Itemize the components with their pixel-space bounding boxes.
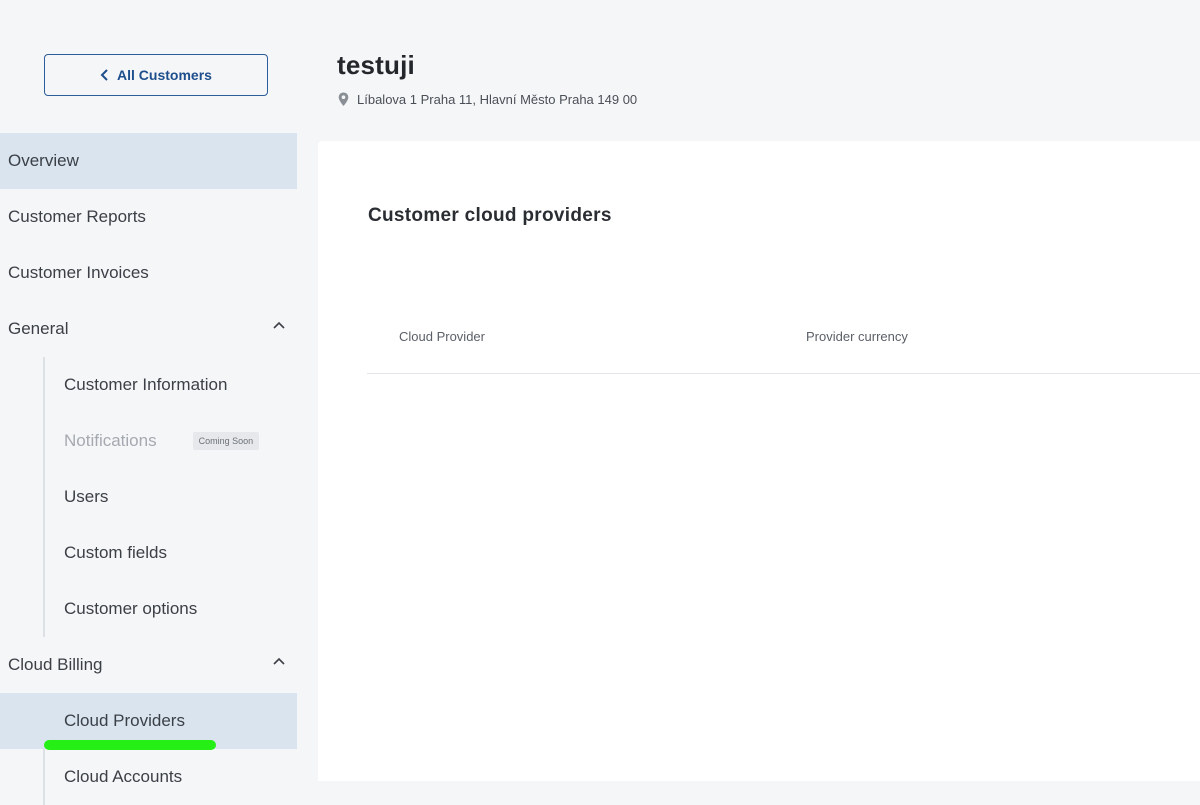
table-header: Cloud Provider Provider currency — [367, 311, 1200, 374]
general-submenu: Customer Information Notifications Comin… — [0, 357, 297, 637]
all-customers-label: All Customers — [117, 67, 212, 83]
page-title: testuji — [337, 50, 415, 80]
sidebar-item-label: Overview — [8, 151, 79, 170]
column-header-provider-currency[interactable]: Provider currency — [806, 329, 908, 344]
sidebar-item-customer-options[interactable]: Customer options — [0, 581, 297, 637]
sidebar-item-cloud-accounts[interactable]: Cloud Accounts — [0, 749, 297, 805]
sidebar-item-label: Cloud Billing — [8, 655, 103, 674]
chevron-up-icon[interactable] — [273, 321, 285, 329]
address-text: Líbalova 1 Praha 11, Hlavní Město Praha … — [357, 92, 638, 107]
sidebar-item-label: Customer Reports — [8, 207, 146, 226]
sidebar-item-overview[interactable]: Overview — [0, 133, 297, 189]
chevron-up-icon[interactable] — [273, 657, 285, 665]
sidebar-item-customer-invoices[interactable]: Customer Invoices — [0, 245, 297, 301]
sidebar-item-users[interactable]: Users — [0, 469, 297, 525]
main-content-card: Customer cloud providers Cloud Provider … — [318, 141, 1200, 781]
chevron-left-icon — [100, 69, 108, 81]
sidebar-nav: Overview Customer Reports Customer Invoi… — [0, 133, 297, 805]
sidebar-item-label: General — [8, 319, 69, 338]
sidebar-group-general[interactable]: General — [0, 301, 297, 357]
highlight-underline — [44, 740, 216, 750]
section-heading: Customer cloud providers — [368, 205, 612, 226]
sidebar-item-notifications: Notifications Coming Soon — [0, 413, 297, 469]
sidebar-item-customer-reports[interactable]: Customer Reports — [0, 189, 297, 245]
sidebar-item-customer-information[interactable]: Customer Information — [0, 357, 297, 413]
coming-soon-badge: Coming Soon — [192, 432, 260, 450]
sidebar-item-label: Customer Invoices — [8, 263, 149, 282]
column-header-cloud-provider[interactable]: Cloud Provider — [399, 329, 485, 344]
sidebar-item-custom-fields[interactable]: Custom fields — [0, 525, 297, 581]
all-customers-button[interactable]: All Customers — [44, 54, 268, 96]
map-pin-icon — [338, 92, 349, 106]
sidebar-group-cloud-billing[interactable]: Cloud Billing — [0, 637, 297, 693]
sidebar-item-label: Cloud Providers — [64, 711, 185, 730]
sidebar-item-label: Notifications — [64, 431, 157, 450]
sidebar-item-label: Cloud Accounts — [64, 767, 183, 786]
sidebar-item-label: Customer options — [64, 599, 198, 618]
sidebar-item-label: Customer Information — [64, 375, 228, 394]
sidebar-item-label: Users — [64, 487, 109, 506]
customer-address: Líbalova 1 Praha 11, Hlavní Město Praha … — [338, 92, 637, 107]
sidebar-item-label: Custom fields — [64, 543, 167, 562]
